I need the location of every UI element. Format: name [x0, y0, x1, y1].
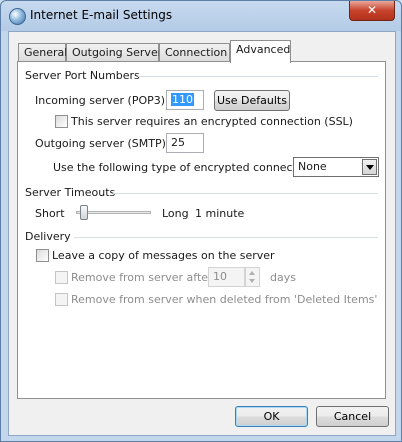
leave-copy-checkbox[interactable]	[36, 249, 49, 262]
leave-copy-label: Leave a copy of messages on the server	[52, 249, 275, 262]
remove-after-days-input[interactable]: 10	[208, 267, 245, 287]
group-divider	[74, 237, 378, 238]
cancel-button[interactable]: Cancel	[316, 406, 389, 427]
group-divider	[113, 193, 378, 194]
spin-down-icon[interactable]	[249, 279, 255, 283]
timeout-long-label: Long	[162, 207, 189, 220]
close-button[interactable]: ✕	[349, 1, 395, 21]
incoming-port-input[interactable]: 110	[166, 90, 204, 110]
chevron-down-icon[interactable]	[362, 159, 377, 175]
ok-button[interactable]: OK	[235, 406, 308, 427]
remove-after-checkbox[interactable]	[55, 271, 68, 284]
incoming-server-label: Incoming server (POP3):	[35, 94, 169, 107]
globe-icon	[9, 8, 26, 25]
delivery-heading: Delivery	[25, 230, 71, 243]
days-label: days	[270, 271, 296, 284]
remove-deleted-label: Remove from server when deleted from 'De…	[71, 293, 378, 306]
title-bar[interactable]: Internet E-mail Settings ✕	[1, 1, 401, 31]
ssl-label: This server requires an encrypted connec…	[71, 115, 353, 128]
server-ports-heading: Server Port Numbers	[25, 69, 140, 82]
encryption-type-select[interactable]: None	[293, 157, 379, 177]
tab-outgoing-server[interactable]: Outgoing Server	[66, 43, 162, 61]
encryption-type-value: None	[298, 160, 327, 173]
dialog-body: General Outgoing Server Connection Advan…	[8, 31, 396, 436]
outgoing-port-input[interactable]: 25	[166, 133, 204, 153]
dialog-window: Internet E-mail Settings ✕ General Outgo…	[0, 0, 402, 442]
timeout-value: 1 minute	[195, 207, 245, 220]
advanced-panel: Server Port Numbers Incoming server (POP…	[17, 61, 386, 399]
outgoing-server-label: Outgoing server (SMTP):	[35, 137, 170, 150]
window-title: Internet E-mail Settings	[30, 8, 173, 22]
incoming-port-value: 110	[171, 93, 194, 106]
timeout-slider-thumb[interactable]	[80, 205, 88, 220]
server-timeouts-heading: Server Timeouts	[25, 186, 116, 199]
spin-up-icon[interactable]	[249, 271, 255, 275]
tab-connection[interactable]: Connection	[159, 43, 230, 61]
group-divider	[138, 76, 378, 77]
timeout-short-label: Short	[35, 207, 65, 220]
use-defaults-button[interactable]: Use Defaults	[214, 90, 290, 111]
remove-after-label: Remove from server after	[71, 271, 213, 284]
ssl-checkbox[interactable]	[55, 115, 68, 128]
tab-advanced[interactable]: Advanced	[230, 40, 291, 63]
days-spinner[interactable]	[245, 267, 260, 287]
encryption-type-label: Use the following type of encrypted conn…	[53, 161, 318, 174]
remove-deleted-checkbox[interactable]	[55, 293, 68, 306]
tab-general[interactable]: General	[18, 43, 67, 61]
